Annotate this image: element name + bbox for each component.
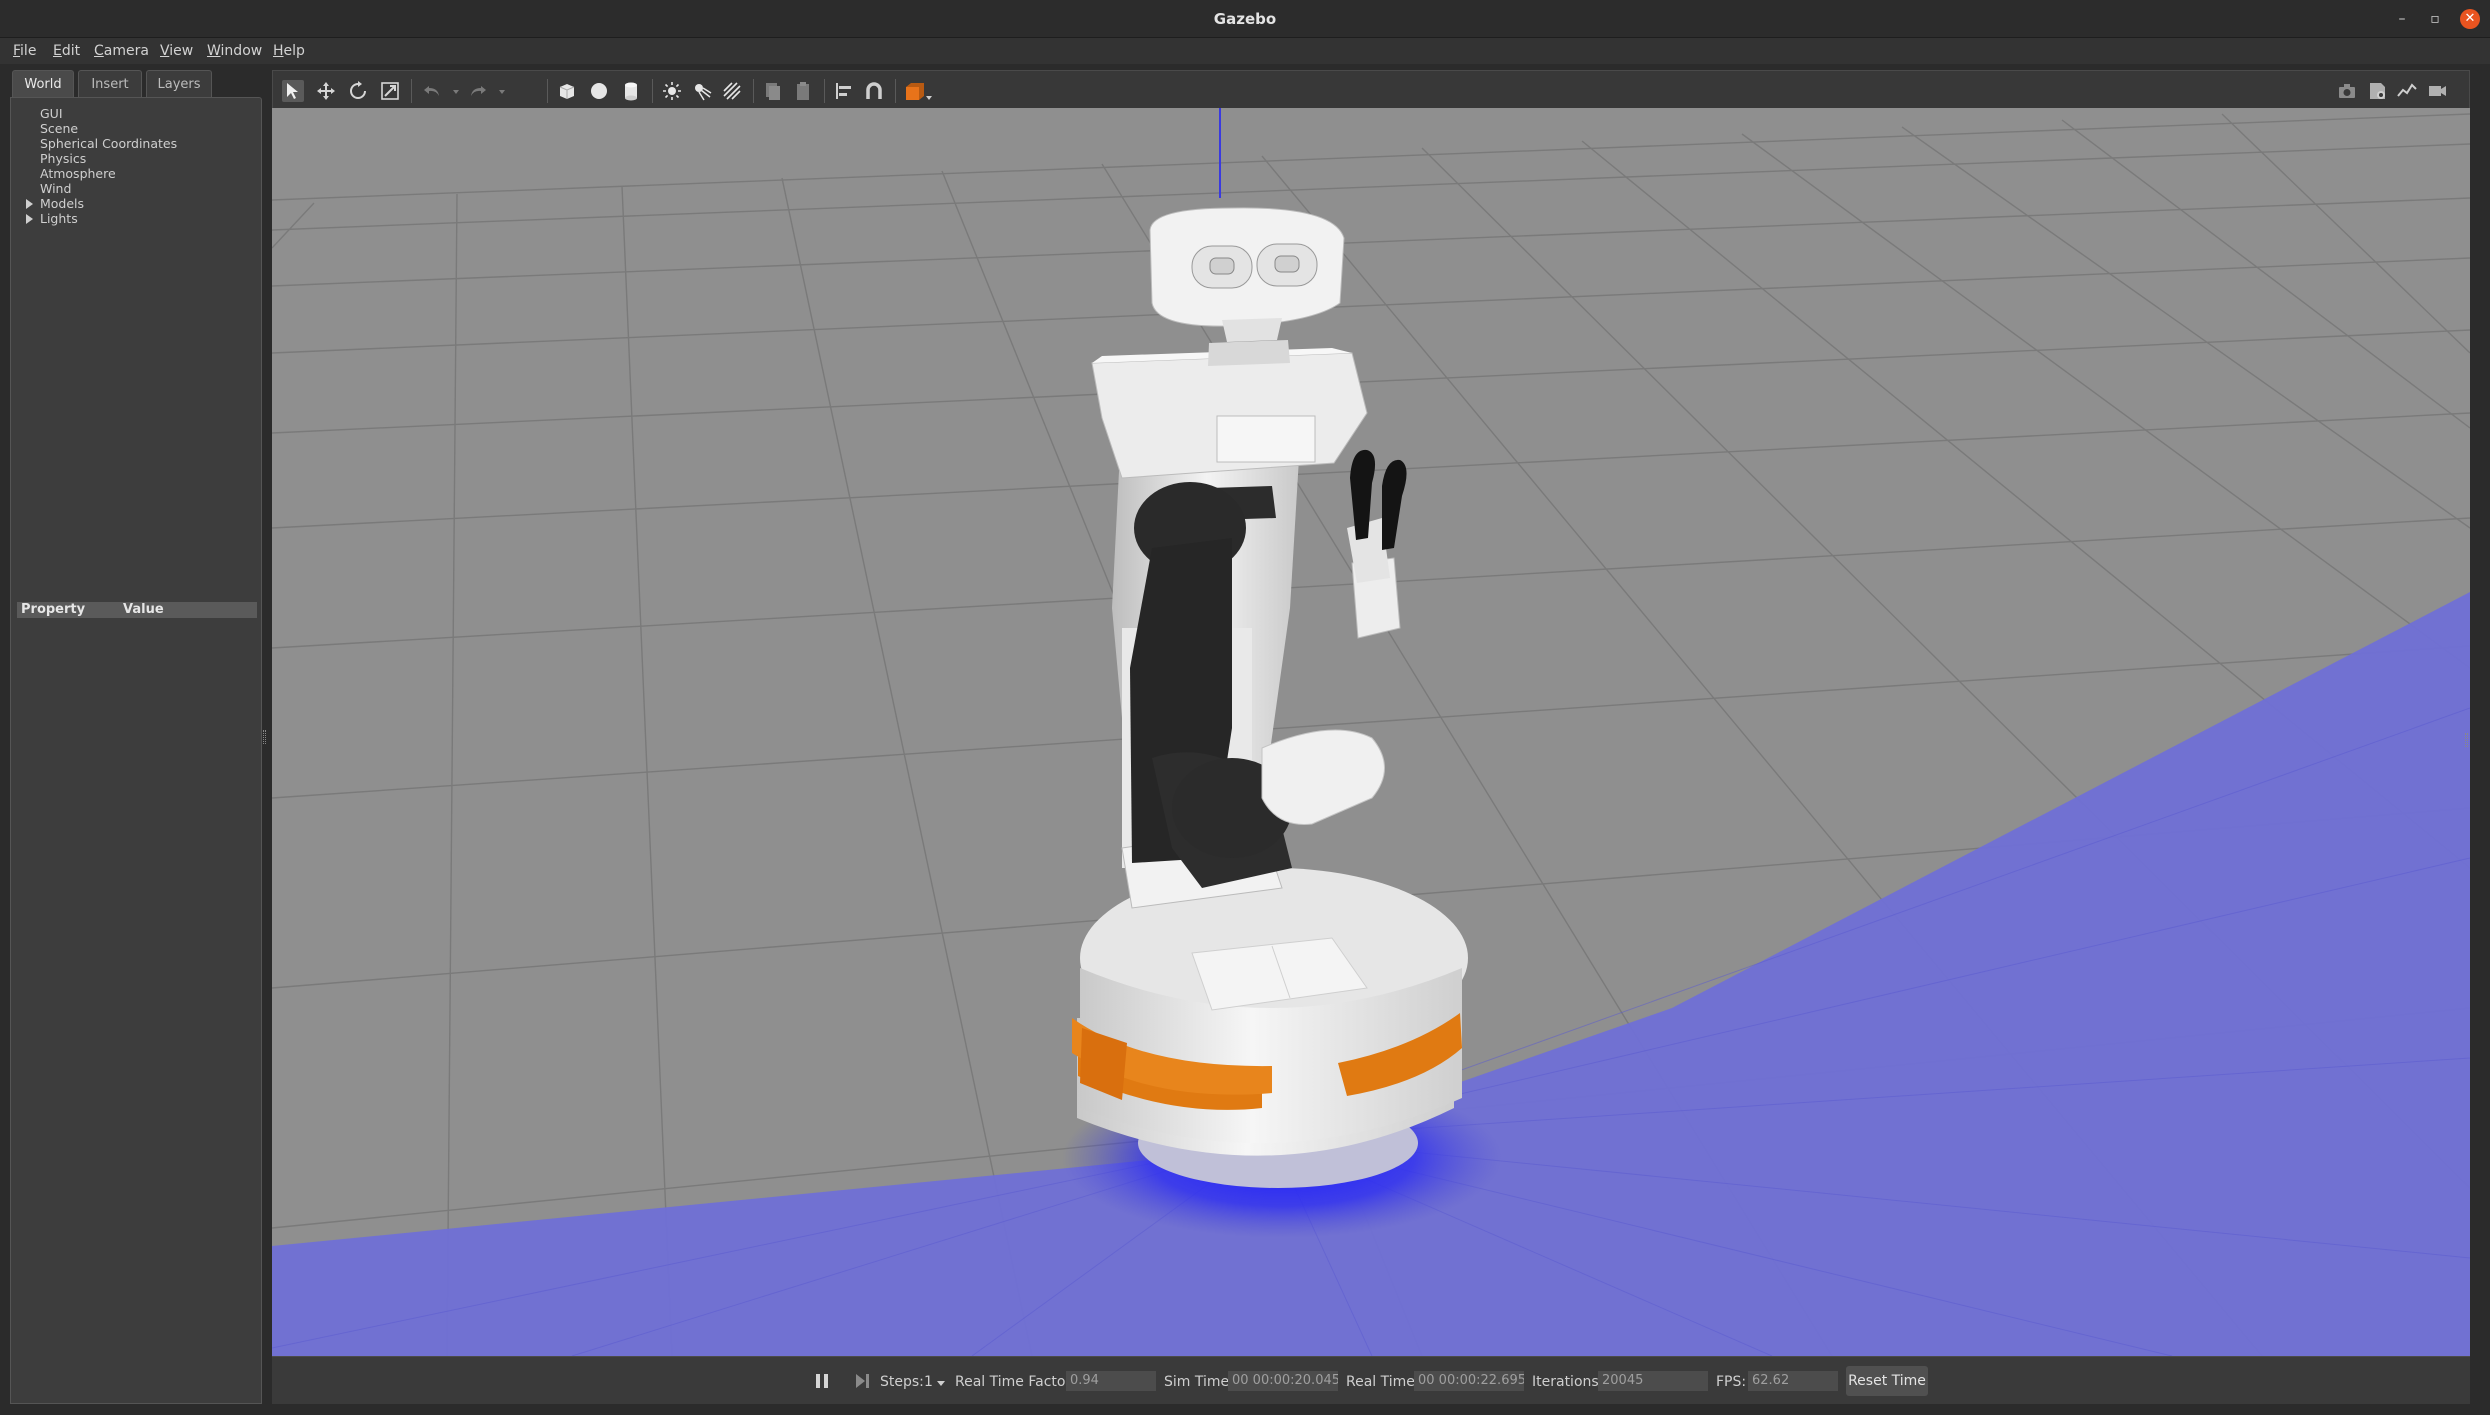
cylinder-shape-icon[interactable]: [620, 80, 642, 102]
value-column-header: Value: [123, 602, 164, 617]
real-time-label: Real Time:: [1346, 1374, 1420, 1390]
step-forward-icon[interactable]: [852, 1371, 872, 1391]
steps-dropdown-icon[interactable]: [936, 1379, 946, 1387]
robot-head: [1149, 207, 1345, 366]
tree-item-atmosphere[interactable]: Atmosphere: [40, 166, 116, 181]
point-light-icon[interactable]: [661, 80, 683, 102]
translate-icon[interactable]: [315, 80, 337, 102]
menu-view-label: iew: [169, 43, 194, 59]
menu-camera[interactable]: Camera: [94, 38, 149, 64]
redo-dropdown-icon[interactable]: [497, 80, 507, 102]
real-time-field: 00 00:00:22.695: [1414, 1371, 1524, 1391]
tree-item-models[interactable]: Models: [40, 196, 84, 211]
menu-help[interactable]: Help: [273, 38, 305, 64]
tab-insert[interactable]: Insert: [78, 70, 142, 97]
title-bar: Gazebo – ▫ ✕: [0, 0, 2490, 38]
menu-edit[interactable]: Edit: [53, 38, 80, 64]
left-panel: World Insert Layers GUI Scene Spherical …: [10, 70, 266, 1404]
sphere-shape-icon[interactable]: [588, 80, 610, 102]
snap-magnet-icon[interactable]: [863, 80, 885, 102]
tree-item-physics[interactable]: Physics: [40, 151, 86, 166]
reset-time-button[interactable]: Reset Time: [1846, 1366, 1928, 1396]
toolbar-separator: [895, 79, 896, 103]
iterations-label: Iterations:: [1532, 1374, 1604, 1390]
tree-item-scene[interactable]: Scene: [40, 121, 78, 136]
scene-viewport[interactable]: [272, 108, 2470, 1356]
rotate-icon[interactable]: [347, 80, 369, 102]
select-arrow-icon[interactable]: [282, 80, 304, 102]
property-panel: Property Value: [10, 530, 262, 1404]
toolbar-separator: [547, 79, 548, 103]
fps-field: 62.62: [1748, 1371, 1838, 1391]
toolbar-separator: [824, 79, 825, 103]
toolbar-separator: [652, 79, 653, 103]
window-title: Gazebo: [1213, 10, 1277, 28]
sim-time-field: 00 00:00:20.045: [1228, 1371, 1338, 1391]
tree-item-wind[interactable]: Wind: [40, 181, 71, 196]
toolbar: [272, 70, 2470, 108]
log-record-icon[interactable]: [2366, 80, 2388, 102]
copy-icon[interactable]: [762, 80, 784, 102]
scene-render: [272, 108, 2470, 1356]
steps-label: Steps:: [880, 1374, 924, 1390]
sim-time-label: Sim Time:: [1164, 1374, 1234, 1390]
steps-value[interactable]: 1: [924, 1373, 933, 1391]
menu-camera-label: amera: [103, 43, 149, 59]
menu-view-mnemonic: V: [160, 43, 170, 59]
tree-item-spherical-coordinates[interactable]: Spherical Coordinates: [40, 136, 177, 151]
real-time-factor-label: Real Time Factor:: [955, 1374, 1076, 1390]
plot-icon[interactable]: [2396, 80, 2418, 102]
right-splitter-handle[interactable]: [2465, 733, 2468, 747]
paste-icon[interactable]: [792, 80, 814, 102]
video-record-icon[interactable]: [2426, 80, 2448, 102]
menu-edit-label: dit: [61, 43, 81, 59]
menu-window[interactable]: Window: [207, 38, 262, 64]
menu-view[interactable]: View: [160, 38, 193, 64]
menu-edit-mnemonic: E: [53, 43, 62, 59]
redo-icon[interactable]: [467, 80, 489, 102]
left-splitter-handle[interactable]: [263, 730, 266, 744]
box-shape-icon[interactable]: [556, 80, 578, 102]
menu-help-mnemonic: H: [273, 43, 284, 59]
view-angle-icon[interactable]: [903, 80, 933, 102]
close-button[interactable]: ✕: [2460, 9, 2480, 29]
directional-light-icon[interactable]: [721, 80, 743, 102]
pause-icon[interactable]: [812, 1371, 832, 1391]
menu-file-label: ile: [20, 43, 37, 59]
undo-dropdown-icon[interactable]: [451, 80, 461, 102]
menu-bar: File Edit Camera View Window Help: [0, 38, 2490, 64]
menu-help-label: elp: [283, 43, 305, 59]
toolbar-separator: [411, 79, 412, 103]
property-table-header: Property Value: [17, 602, 257, 618]
menu-window-mnemonic: W: [207, 43, 221, 59]
spot-light-icon[interactable]: [691, 80, 713, 102]
world-tree: GUI Scene Spherical Coordinates Physics …: [10, 97, 262, 537]
tab-world[interactable]: World: [12, 70, 74, 97]
fps-label: FPS:: [1716, 1374, 1747, 1390]
tree-item-lights[interactable]: Lights: [40, 211, 78, 226]
menu-window-label: indow: [220, 43, 263, 59]
property-column-header: Property: [21, 602, 86, 617]
minimize-button[interactable]: –: [2392, 9, 2412, 29]
menu-file-mnemonic: F: [13, 43, 21, 59]
bottom-status-bar: Steps: 1 Real Time Factor: 0.94 Sim Time…: [272, 1356, 2470, 1404]
menu-camera-mnemonic: C: [94, 43, 104, 59]
iterations-field: 20045: [1598, 1371, 1708, 1391]
tab-layers[interactable]: Layers: [146, 70, 212, 97]
real-time-factor-field: 0.94: [1066, 1371, 1156, 1391]
tree-item-gui[interactable]: GUI: [40, 106, 63, 121]
screenshot-camera-icon[interactable]: [2336, 80, 2358, 102]
maximize-button[interactable]: ▫: [2425, 9, 2445, 29]
expand-lights-icon[interactable]: [26, 214, 33, 224]
scale-icon[interactable]: [379, 80, 401, 102]
align-icon[interactable]: [833, 80, 855, 102]
expand-models-icon[interactable]: [26, 199, 33, 209]
menu-file[interactable]: File: [13, 38, 36, 64]
toolbar-separator: [753, 79, 754, 103]
undo-icon[interactable]: [421, 80, 443, 102]
